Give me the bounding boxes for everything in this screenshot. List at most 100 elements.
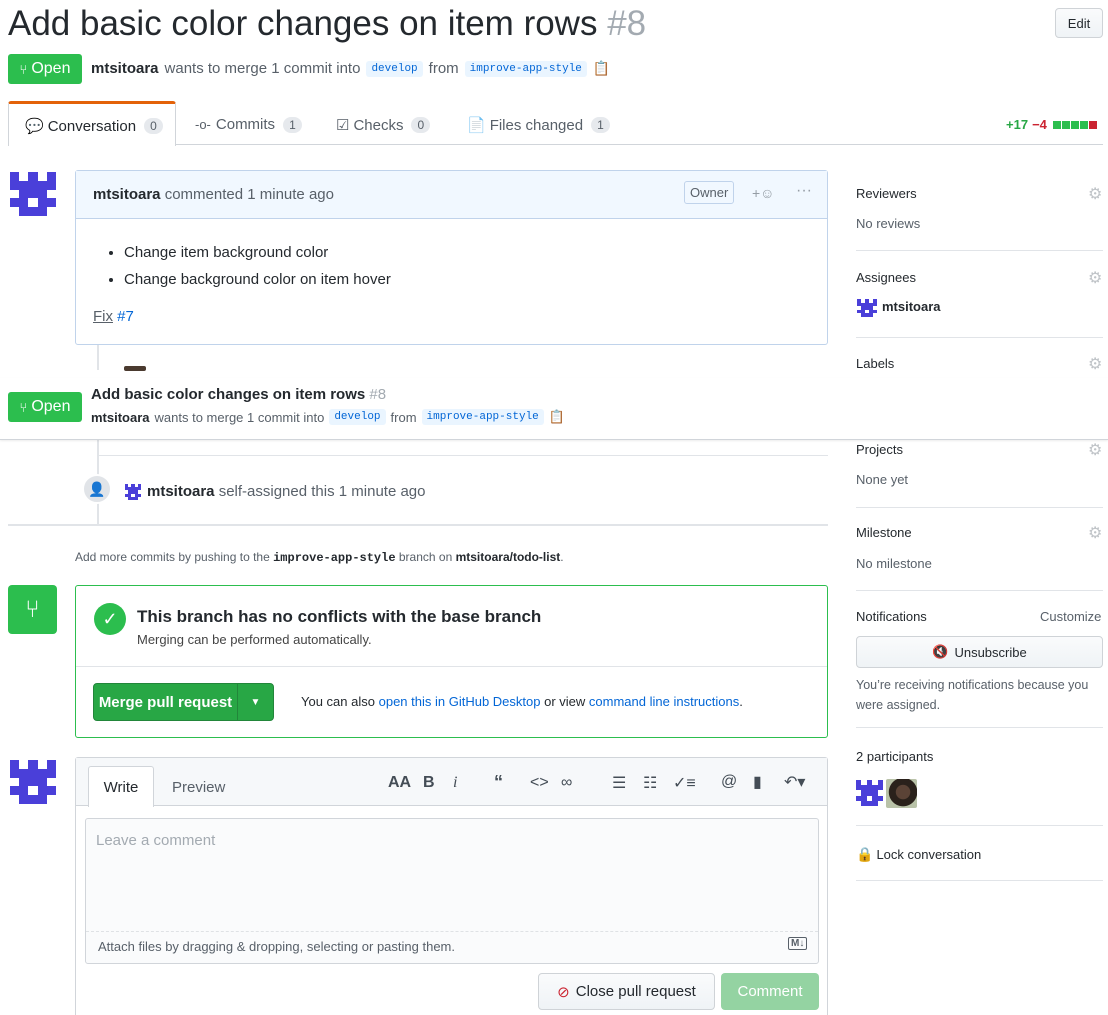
milestone-title[interactable]: Milestone <box>856 525 912 540</box>
merge-box: ✓ This branch has no conflicts with the … <box>75 585 828 738</box>
sticky-title[interactable]: Add basic color changes on item rows <box>91 386 365 403</box>
file-diff-icon: 📄 <box>467 117 486 134</box>
add-reaction-icon[interactable]: +☺ <box>752 185 774 201</box>
merge-alternatives: You can also open this in GitHub Desktop… <box>301 694 743 709</box>
tab-write[interactable]: Write <box>88 766 154 807</box>
git-merge-icon: ⑂ <box>8 585 57 634</box>
assignees-title[interactable]: Assignees <box>856 270 916 285</box>
attach-hint[interactable]: Attach files by dragging & dropping, sel… <box>98 939 455 954</box>
clipboard-icon[interactable]: 📋 <box>593 60 610 77</box>
assignee-name[interactable]: mtsitoara <box>882 299 941 314</box>
projects-title[interactable]: Projects <box>856 442 903 457</box>
edit-button[interactable]: Edit <box>1055 8 1103 38</box>
pr-number: #8 <box>607 4 647 43</box>
comment-textarea[interactable]: Leave a comment Attach files by dragging… <box>85 818 819 964</box>
gear-icon[interactable]: ⚙ <box>1088 443 1102 459</box>
commit-icon: -o- <box>195 117 211 132</box>
quote-icon[interactable]: “ <box>494 772 503 793</box>
sticky-status-badge: ⑂ Open <box>8 392 82 422</box>
markdown-icon[interactable]: M↓ <box>788 937 808 950</box>
list-item: Change item background color <box>124 239 391 266</box>
gear-icon[interactable]: ⚙ <box>1088 526 1102 542</box>
tab-counter: 1 <box>591 117 610 133</box>
participant-avatar[interactable] <box>856 780 883 806</box>
reviewers-value: No reviews <box>856 216 921 231</box>
sticky-header: ⑂ Open Add basic color changes on item r… <box>0 378 1108 440</box>
gear-icon[interactable]: ⚙ <box>1088 357 1102 373</box>
check-circle-icon: ✓ <box>94 603 126 635</box>
timeline-line <box>97 345 99 370</box>
mention-icon[interactable]: @ <box>721 773 737 791</box>
push-hint: Add more commits by pushing to the impro… <box>75 550 564 565</box>
bookmark-icon[interactable]: ▮ <box>753 772 762 792</box>
assign-event: mtsitoara self-assigned this 1 minute ag… <box>147 483 426 500</box>
comment-header: mtsitoara commented 1 minute ago Owner +… <box>76 171 827 219</box>
avatar[interactable] <box>10 760 56 804</box>
comment-placeholder: Leave a comment <box>96 832 216 849</box>
tab-conversation[interactable]: 💬 Conversation 0 <box>8 101 176 146</box>
clipboard-icon[interactable]: 📋 <box>549 409 565 425</box>
avatar[interactable] <box>10 172 56 216</box>
author-link[interactable]: mtsitoara <box>91 60 159 77</box>
timeline-break <box>8 524 828 526</box>
comment-button[interactable]: Comment <box>721 973 819 1010</box>
lock-conversation-link[interactable]: 🔒 Lock conversation <box>856 846 981 863</box>
issue-closed-icon: ⊘ <box>557 983 570 1001</box>
owner-label: Owner <box>684 181 735 204</box>
issue-link[interactable]: #7 <box>117 308 134 325</box>
assignee-avatar[interactable] <box>857 299 877 317</box>
tab-checks[interactable]: ☑ Checks 0 <box>336 116 431 134</box>
comment-author[interactable]: mtsitoara <box>93 186 161 203</box>
tab-counter: 0 <box>144 118 163 134</box>
tab-preview[interactable]: Preview <box>172 779 225 796</box>
person-icon: 👤 <box>82 474 112 504</box>
task-list-icon[interactable]: ✓≡ <box>673 773 696 793</box>
participant-photo-avatar[interactable] <box>886 779 917 808</box>
unsubscribe-button[interactable]: 🔇 Unsubscribe <box>856 636 1103 668</box>
timeline-divider <box>97 455 828 456</box>
numbered-list-icon[interactable]: ☷ <box>643 773 657 793</box>
triangle-down-icon: ▼ <box>250 696 261 708</box>
sticky-meta: mtsitoara wants to merge 1 commit into d… <box>91 409 565 425</box>
merge-options-dropdown[interactable]: ▼ <box>238 684 273 720</box>
comment-box: mtsitoara commented 1 minute ago Owner +… <box>75 170 828 345</box>
diffstat: +17 −4 <box>1006 117 1097 132</box>
labels-title[interactable]: Labels <box>856 356 894 371</box>
mute-icon: 🔇 <box>932 644 949 659</box>
event-avatar[interactable] <box>125 484 141 500</box>
list-item: Change background color on item hover <box>124 266 391 293</box>
tab-commits[interactable]: -o- Commits 1 <box>195 116 302 133</box>
command-line-link[interactable]: command line instructions <box>589 694 739 709</box>
pull-request-icon: ⑂ <box>19 399 28 415</box>
tab-counter: 0 <box>411 117 431 133</box>
status-badge: ⑂ Open <box>8 54 82 84</box>
customize-link[interactable]: Customize <box>1040 609 1101 624</box>
kebab-menu-icon[interactable]: ··· <box>796 182 812 200</box>
fix-reference: Fix #7 <box>93 308 134 325</box>
merge-status-subtitle: Merging can be performed automatically. <box>137 632 372 647</box>
milestone-value: No milestone <box>856 556 932 571</box>
code-icon[interactable]: <> <box>530 774 549 792</box>
github-desktop-link[interactable]: open this in GitHub Desktop <box>379 694 541 709</box>
reply-icon[interactable]: ↶▾ <box>784 772 805 792</box>
pr-meta: mtsitoara wants to merge 1 commit into d… <box>91 60 611 77</box>
checklist-icon: ☑ <box>336 117 350 134</box>
reviewers-title[interactable]: Reviewers <box>856 186 917 201</box>
bulleted-list-icon[interactable]: ☰ <box>612 773 626 793</box>
commit-avatar <box>124 366 146 371</box>
link-icon[interactable]: ∞ <box>561 774 572 792</box>
gear-icon[interactable]: ⚙ <box>1088 187 1102 203</box>
merge-pull-request-button[interactable]: Merge pull request <box>94 684 238 720</box>
page-title: Add basic color changes on item rows #8 <box>8 4 646 44</box>
diffstat-additions: +17 <box>1006 117 1029 132</box>
text-size-icon[interactable]: AA <box>388 774 411 792</box>
italic-icon[interactable]: i <box>453 774 457 792</box>
projects-value: None yet <box>856 472 909 487</box>
gear-icon[interactable]: ⚙ <box>1088 271 1102 287</box>
close-pull-request-button[interactable]: ⊘ Close pull request <box>538 973 715 1010</box>
bold-icon[interactable]: B <box>423 774 435 792</box>
merge-status-title: This branch has no conflicts with the ba… <box>137 607 542 626</box>
comment-form: Write Preview AA B i “ <> ∞ ☰ ☷ ✓≡ @ ▮ ↶… <box>75 757 828 1015</box>
comment-timestamp[interactable]: commented 1 minute ago <box>165 186 334 203</box>
tab-files-changed[interactable]: 📄 Files changed 1 <box>467 116 610 134</box>
